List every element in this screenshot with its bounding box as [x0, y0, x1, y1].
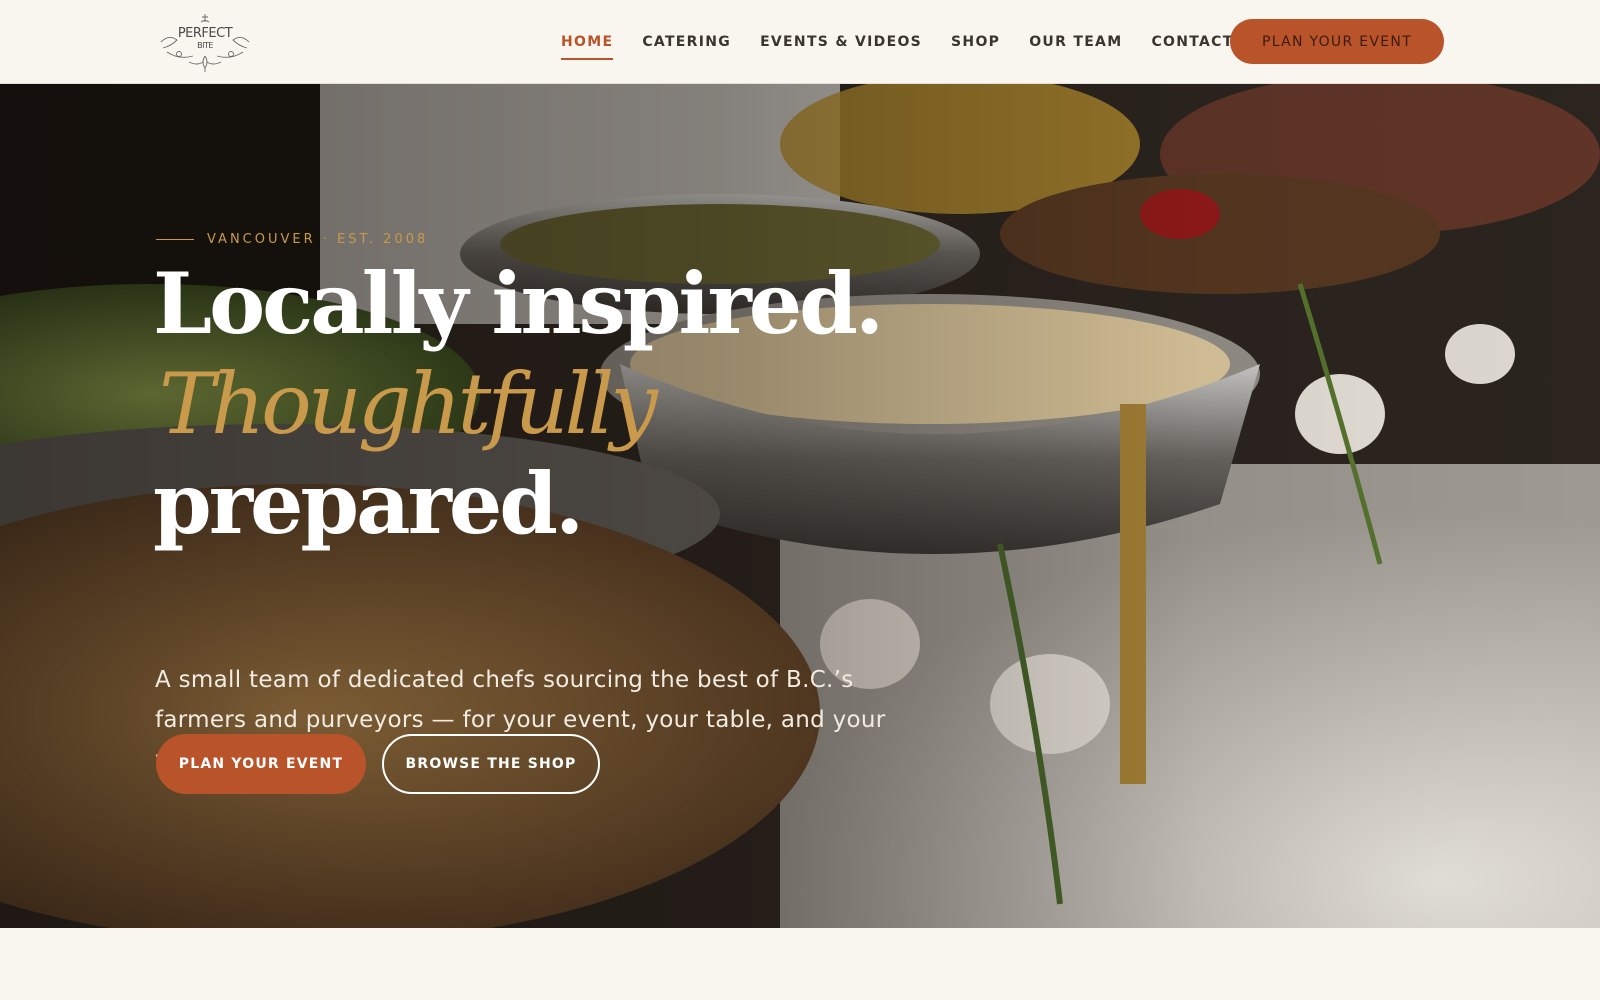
nav-item-events-videos[interactable]: EVENTS & VIDEOS	[760, 34, 922, 50]
nav-item-catering[interactable]: CATERING	[642, 34, 731, 50]
headline-accent: Thoughtfully	[159, 355, 658, 453]
site-header: PERFECT BITE HOME CATERING EVENTS & VIDE…	[0, 0, 1600, 84]
nav-item-home[interactable]: HOME	[561, 34, 614, 60]
plan-event-button[interactable]: PLAN YOUR EVENT	[156, 734, 366, 794]
browse-shop-button[interactable]: BROWSE THE SHOP	[382, 734, 600, 794]
logo-wordmark: PERFECT	[177, 26, 233, 41]
hero-section: VANCOUVER · EST. 2008 Locally inspired. …	[0, 84, 1600, 928]
logo-subword: BITE	[197, 41, 213, 50]
headline-line-3: prepared.	[153, 454, 584, 553]
nav-item-contact[interactable]: CONTACT	[1151, 34, 1233, 50]
nav-item-shop[interactable]: SHOP	[951, 34, 1000, 50]
header-plan-event-button[interactable]: PLAN YOUR EVENT	[1230, 19, 1444, 64]
hero-eyebrow: VANCOUVER · EST. 2008	[156, 232, 428, 247]
next-section-band	[0, 928, 1600, 1000]
headline-line-1: Locally inspired.	[153, 254, 884, 353]
nav-item-our-team[interactable]: OUR TEAM	[1029, 34, 1122, 50]
eyebrow-divider	[156, 239, 194, 240]
eyebrow-text: VANCOUVER · EST. 2008	[207, 232, 429, 247]
brand-logo[interactable]: PERFECT BITE	[155, 12, 255, 72]
main-nav: HOME CATERING EVENTS & VIDEOS SHOP OUR T…	[561, 0, 1234, 84]
hero-headline: Locally inspired. Thoughtfully prepared.	[153, 254, 884, 554]
